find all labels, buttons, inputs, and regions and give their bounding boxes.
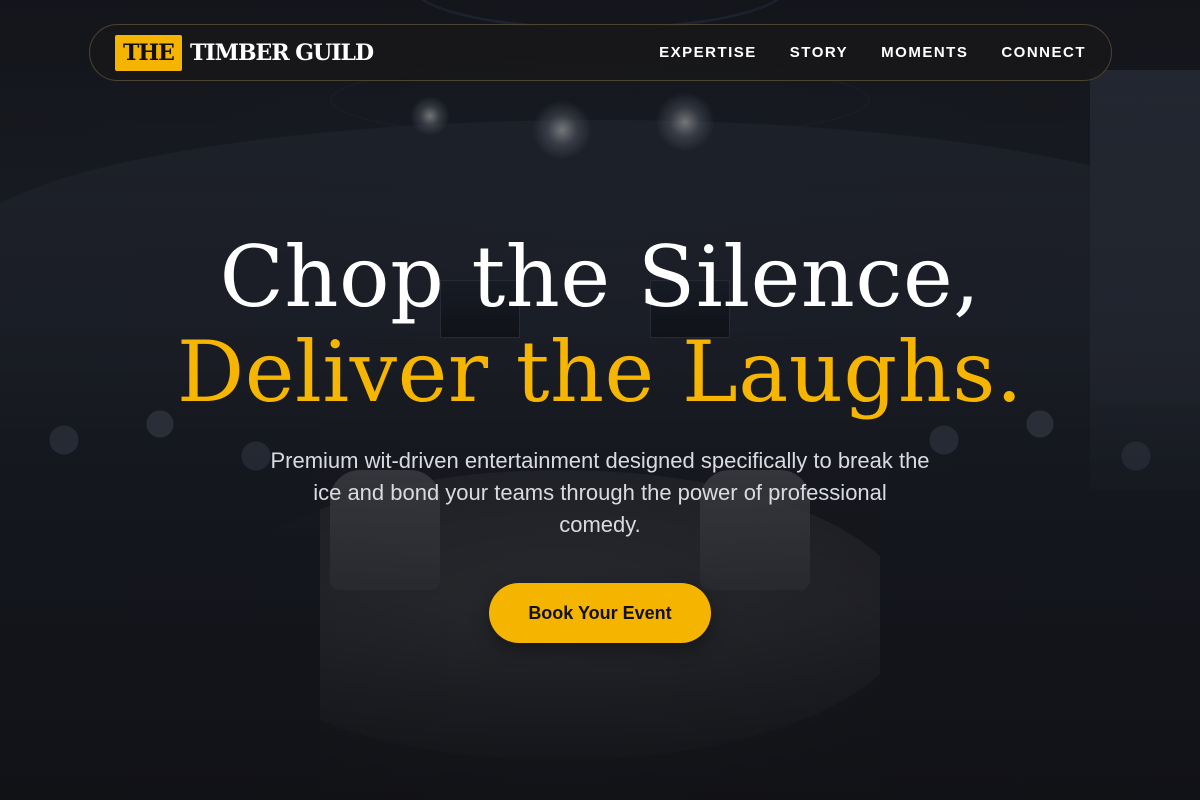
nav-link-story[interactable]: STORY <box>790 44 848 61</box>
logo-wordmark: TIMBER GUILD <box>189 39 374 66</box>
hero-section: Chop the Silence, Deliver the Laughs. Pr… <box>0 230 1200 643</box>
nav-link-moments[interactable]: MOMENTS <box>881 44 968 61</box>
hero-subtitle: Premium wit-driven entertainment designe… <box>270 448 930 537</box>
hero-headline: Chop the Silence, Deliver the Laughs. <box>0 230 1200 420</box>
hero-headline-line1: Chop the Silence, <box>219 228 981 326</box>
nav-link-expertise[interactable]: EXPERTISE <box>659 44 757 61</box>
top-navbar: THE TIMBER GUILD EXPERTISE STORY MOMENTS… <box>89 24 1112 81</box>
nav-link-connect[interactable]: CONNECT <box>1001 44 1086 61</box>
nav-menu: EXPERTISE STORY MOMENTS CONNECT <box>659 44 1086 61</box>
book-event-button[interactable]: Book Your Event <box>489 583 711 643</box>
hero-headline-line2: Deliver the Laughs. <box>176 323 1024 421</box>
brand-logo[interactable]: THE TIMBER GUILD <box>115 34 374 71</box>
logo-badge: THE <box>115 34 182 71</box>
